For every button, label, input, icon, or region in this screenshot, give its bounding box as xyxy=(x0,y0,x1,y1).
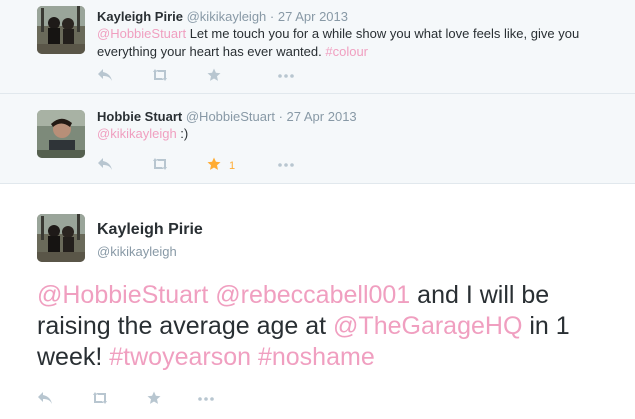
tweet-text: @HobbieStuart Let me touch you for a whi… xyxy=(97,25,617,61)
tweet-kayleigh-expanded[interactable]: Kayleigh Pirie @kikikayleigh @HobbieStua… xyxy=(0,184,635,419)
tweet-date[interactable]: 27 Apr 2013 xyxy=(287,109,357,124)
tweet-header: Hobbie Stuart @HobbieStuart · 27 Apr 201… xyxy=(97,109,357,124)
tweet-hobbie[interactable]: Hobbie Stuart @HobbieStuart · 27 Apr 201… xyxy=(0,94,635,184)
star-icon[interactable] xyxy=(147,391,161,408)
separator: · xyxy=(278,109,283,124)
more-icon[interactable] xyxy=(197,391,215,408)
separator: · xyxy=(269,9,275,24)
mention-link[interactable]: @rebeccabell001 xyxy=(215,281,410,309)
mention-link[interactable]: @HobbieStuart xyxy=(37,281,208,309)
reply-icon[interactable] xyxy=(97,68,113,85)
reply-icon[interactable] xyxy=(97,157,113,174)
retweet-icon[interactable] xyxy=(151,157,169,174)
tweet-text-segment: :) xyxy=(176,126,189,141)
tweet-text-segment xyxy=(251,343,258,371)
avatar[interactable] xyxy=(37,110,85,158)
retweet-icon[interactable] xyxy=(151,68,169,85)
author-name[interactable]: Kayleigh Pirie xyxy=(97,9,183,24)
author-handle[interactable]: @kikikayleigh xyxy=(97,244,177,259)
star-icon[interactable] xyxy=(207,157,221,174)
mention-link[interactable]: @kikikayleigh xyxy=(97,126,177,141)
mention-link[interactable]: @HobbieStuart xyxy=(97,26,186,41)
tweet-header: Kayleigh Pirie @kikikayleigh · 27 Apr 20… xyxy=(97,9,348,24)
author-name[interactable]: Kayleigh Pirie xyxy=(97,221,203,239)
star-icon[interactable] xyxy=(207,68,221,85)
avatar[interactable] xyxy=(37,6,85,54)
more-icon[interactable] xyxy=(277,157,295,174)
author-handle[interactable]: @kikikayleigh xyxy=(187,9,267,24)
tweet-date[interactable]: 27 Apr 2013 xyxy=(278,9,348,24)
mention-link[interactable]: @TheGarageHQ xyxy=(333,312,522,340)
author-handle[interactable]: @HobbieStuart xyxy=(186,109,275,124)
hashtag-link[interactable]: #twoyearson xyxy=(109,343,251,371)
author-name[interactable]: Hobbie Stuart xyxy=(97,109,182,124)
more-icon[interactable] xyxy=(277,68,295,85)
hashtag-link[interactable]: #noshame xyxy=(258,343,375,371)
reply-icon[interactable] xyxy=(37,391,53,408)
favorite-count[interactable]: 1 xyxy=(229,158,235,174)
tweet-text: @kikikayleigh :) xyxy=(97,125,617,143)
tweet-text: @HobbieStuart @rebeccabell001 and I will… xyxy=(37,280,617,373)
tweet-kayleigh-1[interactable]: Kayleigh Pirie @kikikayleigh · 27 Apr 20… xyxy=(0,0,635,94)
retweet-icon[interactable] xyxy=(91,391,109,408)
avatar[interactable] xyxy=(37,214,85,262)
hashtag-link[interactable]: #colour xyxy=(325,44,368,59)
